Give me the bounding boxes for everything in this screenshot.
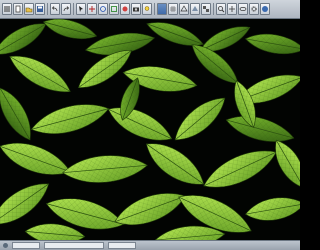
toolbar-group-file: [2, 3, 45, 15]
toolbar-divider: [47, 3, 48, 15]
main-toolbar: [0, 0, 300, 19]
toolbar-divider: [73, 3, 74, 15]
status-field: [12, 242, 40, 249]
toolbar-divider: [154, 3, 155, 15]
orbit-icon[interactable]: [238, 3, 248, 15]
status-indicator-icon: [3, 243, 8, 248]
3d-viewport[interactable]: [0, 19, 300, 240]
redo-icon[interactable]: [61, 3, 71, 15]
scale-icon[interactable]: [109, 3, 119, 15]
status-field: [108, 242, 136, 249]
help-icon[interactable]: [260, 3, 270, 15]
toolbar-group-navigate: [216, 3, 270, 15]
menu-icon[interactable]: [2, 3, 12, 15]
toolbar-group-view: [168, 3, 211, 15]
zoom-icon[interactable]: [216, 3, 226, 15]
settings-icon[interactable]: [249, 3, 259, 15]
undo-icon[interactable]: [50, 3, 60, 15]
toolbar-divider: [213, 3, 214, 15]
grid-icon[interactable]: [168, 3, 178, 15]
open-icon[interactable]: [24, 3, 34, 15]
wireframe-icon[interactable]: [179, 3, 189, 15]
light-icon[interactable]: [142, 3, 152, 15]
render-icon[interactable]: [120, 3, 130, 15]
camera-icon[interactable]: [131, 3, 141, 15]
shaded-icon[interactable]: [190, 3, 200, 15]
toolbar-group-transform: [76, 3, 152, 15]
move-icon[interactable]: [87, 3, 97, 15]
app-window: [0, 0, 300, 250]
select-icon[interactable]: [76, 3, 86, 15]
status-field: [44, 242, 104, 249]
save-icon[interactable]: [35, 3, 45, 15]
status-bar: [0, 240, 300, 250]
foliage-render: [0, 19, 300, 240]
toolbar-group-edit: [50, 3, 71, 15]
texture-icon[interactable]: [201, 3, 211, 15]
pan-icon[interactable]: [227, 3, 237, 15]
view-mode-tab[interactable]: [157, 3, 167, 15]
new-icon[interactable]: [13, 3, 23, 15]
rotate-icon[interactable]: [98, 3, 108, 15]
